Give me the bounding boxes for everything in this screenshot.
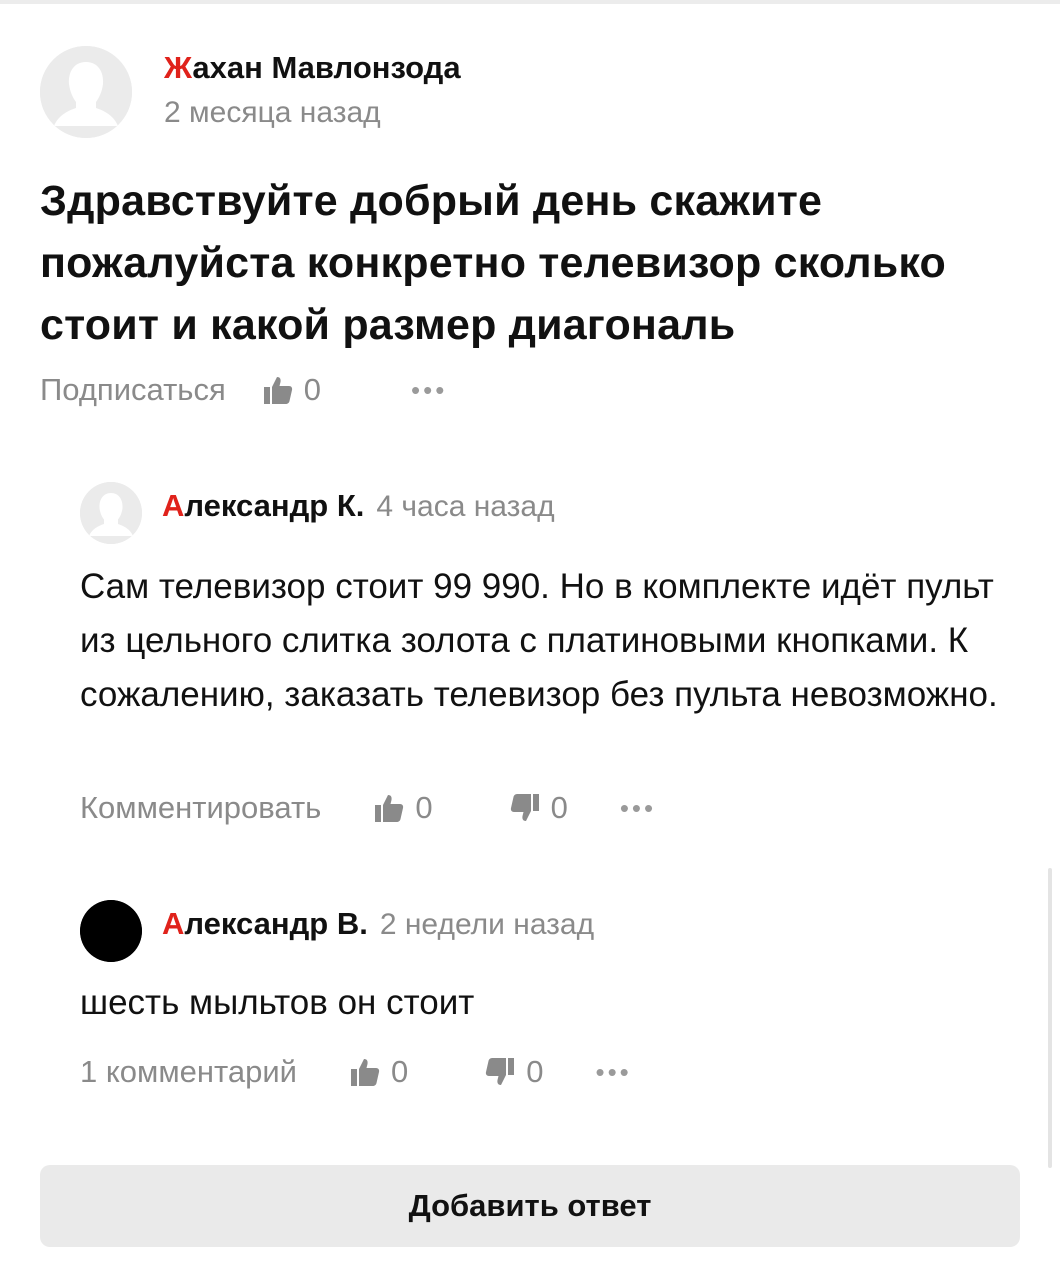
thumbs-down-icon bbox=[484, 1056, 516, 1088]
like-button[interactable]: 0 bbox=[262, 372, 321, 408]
answer-time: 2 недели назад bbox=[379, 908, 595, 941]
question-title: Здравствуйте добрый день скажите пожалуй… bbox=[40, 177, 947, 349]
avatar[interactable] bbox=[80, 482, 142, 544]
add-answer-button[interactable]: Добавить ответ bbox=[40, 1165, 1020, 1247]
user-silhouette-icon bbox=[40, 46, 132, 138]
answer-author[interactable]: Александр В. bbox=[162, 906, 368, 942]
like-count: 0 bbox=[303, 372, 321, 407]
answer-item: Александр В. 2 недели назад шесть мыльто… bbox=[80, 900, 1020, 1110]
avatar[interactable] bbox=[80, 900, 142, 962]
dislike-button[interactable]: 0 bbox=[509, 790, 568, 826]
answer-time: 4 часа назад bbox=[376, 490, 555, 523]
black-avatar-icon bbox=[80, 900, 142, 962]
user-silhouette-icon bbox=[80, 482, 142, 544]
scrollbar[interactable] bbox=[1048, 868, 1052, 1168]
answer-text: шесть мыльтов он стоит bbox=[80, 983, 475, 1022]
thumbs-down-icon bbox=[509, 792, 541, 824]
like-count: 0 bbox=[415, 790, 433, 825]
answer-text: Сам телевизор стоит 99 990. Но в комплек… bbox=[80, 567, 998, 714]
answer-author[interactable]: Александр К. bbox=[162, 488, 364, 524]
like-button[interactable]: 0 bbox=[373, 790, 433, 826]
question-author[interactable]: Жахан Мавлонзода bbox=[164, 50, 461, 86]
thumbs-up-icon bbox=[373, 792, 405, 824]
answer-actions: 1 комментарий 0 0 ••• bbox=[80, 1050, 632, 1094]
question-time: 2 месяца назад bbox=[164, 96, 381, 129]
more-dots-icon[interactable]: ••• bbox=[620, 793, 656, 824]
thumbs-up-icon bbox=[349, 1056, 381, 1088]
answer-header: Александр В. 2 недели назад bbox=[162, 906, 594, 942]
dislike-count: 0 bbox=[550, 790, 568, 825]
like-button[interactable]: 0 bbox=[349, 1054, 408, 1090]
thumbs-up-icon bbox=[262, 374, 294, 406]
more-dots-icon[interactable]: ••• bbox=[411, 375, 447, 406]
question-actions: Подписаться 0 ••• bbox=[40, 368, 447, 412]
dislike-count: 0 bbox=[526, 1054, 544, 1089]
comments-link[interactable]: 1 комментарий bbox=[80, 1054, 297, 1090]
top-divider bbox=[0, 0, 1060, 4]
comment-button[interactable]: Комментировать bbox=[80, 790, 321, 826]
answer-item: Александр К. 4 часа назад Сам телевизор … bbox=[80, 482, 1020, 842]
answer-actions: Комментировать 0 0 ••• bbox=[80, 786, 656, 830]
subscribe-button[interactable]: Подписаться bbox=[40, 372, 226, 408]
answer-header: Александр К. 4 часа назад bbox=[162, 488, 555, 524]
avatar[interactable] bbox=[40, 46, 132, 138]
more-dots-icon[interactable]: ••• bbox=[595, 1057, 631, 1088]
like-count: 0 bbox=[390, 1054, 409, 1089]
dislike-button[interactable]: 0 bbox=[484, 1054, 543, 1090]
